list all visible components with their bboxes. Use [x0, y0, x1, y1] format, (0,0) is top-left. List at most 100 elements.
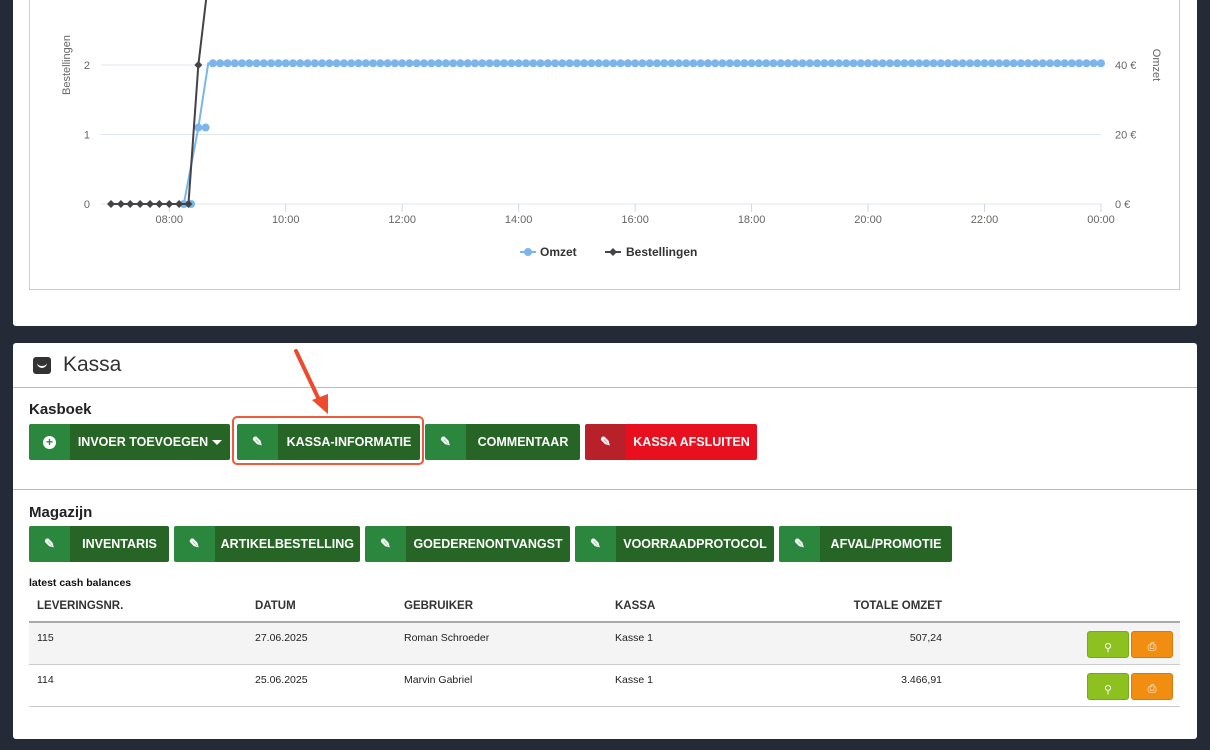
goederenontvangst-label: GOEDERENONTVANGST	[406, 526, 570, 562]
omzet-point	[638, 59, 647, 68]
omzet-point	[194, 123, 203, 132]
omzet-point	[245, 59, 254, 68]
omzet-point	[230, 59, 239, 68]
omzet-point	[514, 59, 523, 68]
kassa-afsluiten-button[interactable]: ✎ KASSA AFSLUITEN	[585, 424, 757, 460]
print-button[interactable]: ⎙	[1131, 673, 1173, 700]
omzet-point	[551, 59, 560, 68]
omzet-point	[587, 59, 596, 68]
omzet-point	[623, 59, 632, 68]
omzet-point	[339, 59, 348, 68]
omzet-point	[885, 59, 894, 68]
y-left-axis-title: Bestellingen	[61, 35, 73, 95]
omzet-point	[965, 59, 974, 68]
cell-kassa: Kasse 1	[615, 674, 653, 686]
omzet-point	[1053, 59, 1062, 68]
omzet-point	[820, 59, 829, 68]
view-button[interactable]: ⚲	[1087, 673, 1129, 700]
omzet-point	[674, 59, 683, 68]
x-tick-label: 00:00	[1087, 214, 1115, 226]
column-header-kassa[interactable]: KASSA	[615, 600, 655, 612]
omzet-point	[667, 59, 676, 68]
afval-promotie-button[interactable]: ✎ AFVAL/PROMOTIE	[779, 526, 952, 562]
artikelbestelling-button[interactable]: ✎ ARTIKELBESTELLING	[174, 526, 360, 562]
omzet-point	[558, 59, 567, 68]
omzet-point	[354, 59, 363, 68]
omzet-point	[711, 59, 720, 68]
omzet-point	[369, 59, 378, 68]
magazijn-title: Magazijn	[29, 504, 93, 521]
series-bestellingen-line	[111, 0, 208, 205]
kassa-informatie-button[interactable]: ✎ KASSA-INFORMATIE	[237, 424, 420, 460]
omzet-point	[827, 59, 836, 68]
bestellingen-point	[165, 200, 174, 208]
x-tick-label: 10:00	[272, 214, 300, 226]
omzet-point	[980, 59, 989, 68]
column-header-nr[interactable]: LEVERINGSNR.	[37, 600, 123, 612]
cell-datum: 27.06.2025	[255, 632, 308, 644]
cell-datum: 25.06.2025	[255, 674, 308, 686]
omzet-point	[427, 59, 436, 68]
print-icon: ⎙	[1147, 683, 1157, 695]
omzet-point	[733, 59, 742, 68]
voorraadprotocol-button[interactable]: ✎ VOORRAADPROTOCOL	[575, 526, 774, 562]
x-tick-label: 20:00	[854, 214, 882, 226]
omzet-point	[1075, 59, 1084, 68]
omzet-point	[645, 59, 654, 68]
table-header: LEVERINGSNR. DATUM GEBRUIKER KASSA TOTAL…	[29, 593, 1180, 623]
x-tick-label: 22:00	[971, 214, 999, 226]
print-icon: ⎙	[1147, 641, 1157, 653]
omzet-point	[1097, 59, 1105, 68]
omzet-point	[791, 59, 800, 68]
omzet-point	[842, 59, 851, 68]
search-icon: ⚲	[1103, 684, 1113, 696]
omzet-point	[1038, 59, 1047, 68]
cell-omzet: 507,24	[909, 632, 942, 644]
omzet-point	[958, 59, 967, 68]
omzet-point	[420, 59, 429, 68]
column-header-omzet[interactable]: TOTALE OMZET	[854, 600, 942, 612]
omzet-point	[1046, 59, 1055, 68]
goederenontvangst-button[interactable]: ✎ GOEDERENONTVANGST	[365, 526, 570, 562]
cell-nr: 114	[37, 674, 54, 686]
omzet-point	[252, 59, 261, 68]
omzet-point	[208, 59, 217, 68]
column-header-datum[interactable]: DATUM	[255, 600, 296, 612]
omzet-point	[798, 59, 807, 68]
omzet-point	[434, 59, 443, 68]
commentaar-button[interactable]: ✎ COMMENTAAR	[425, 424, 580, 460]
omzet-point	[893, 59, 902, 68]
pencil-icon: ✎	[174, 526, 215, 562]
view-button[interactable]: ⚲	[1087, 631, 1129, 658]
omzet-point	[347, 59, 356, 68]
omzet-point	[1060, 59, 1069, 68]
omzet-point	[478, 59, 487, 68]
omzet-point	[871, 59, 880, 68]
bestellingen-point	[116, 200, 125, 208]
inventaris-button[interactable]: ✎ INVENTARIS	[29, 526, 169, 562]
omzet-point	[754, 59, 763, 68]
column-header-gebruiker[interactable]: GEBRUIKER	[404, 600, 473, 612]
omzet-point	[849, 59, 858, 68]
invoer-toevoegen-button[interactable]: + INVOER TOEVOEGEN	[29, 424, 230, 460]
omzet-point	[805, 59, 814, 68]
series-omzet-line	[182, 62, 1101, 205]
omzet-point	[398, 59, 407, 68]
print-button[interactable]: ⎙	[1131, 631, 1173, 658]
cell-kassa: Kasse 1	[615, 632, 653, 644]
y-left-tick-label: 1	[84, 130, 90, 142]
omzet-point	[944, 59, 953, 68]
y-right-axis-title: Omzet	[1150, 49, 1162, 81]
omzet-point	[915, 59, 924, 68]
bestellingen-point	[155, 200, 164, 208]
artikelbestelling-label: ARTIKELBESTELLING	[214, 526, 360, 562]
omzet-point	[543, 59, 552, 68]
omzet-point	[274, 59, 283, 68]
omzet-point	[987, 59, 996, 68]
bestellingen-point	[126, 200, 135, 208]
arrow-annotation	[294, 349, 328, 414]
line-chart: 08:00 10:00 12:00 14:00 16:00 18:00 20:00 22:00…	[61, 0, 1162, 259]
omzet-point	[507, 59, 516, 68]
omzet-point	[813, 59, 822, 68]
omzet-point	[463, 59, 472, 68]
